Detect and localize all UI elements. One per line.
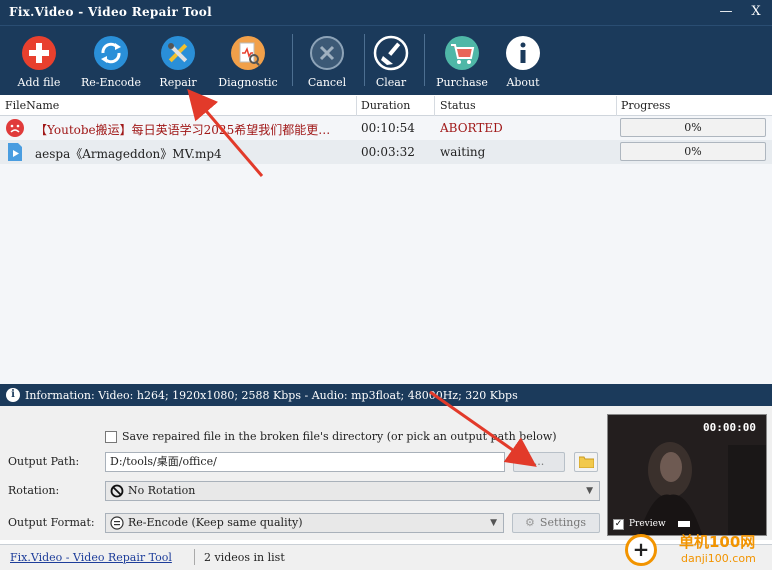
diagnostic-icon — [231, 36, 265, 70]
column-header-filename[interactable]: FileName — [5, 99, 59, 112]
repair-tools-icon — [161, 36, 195, 70]
column-divider[interactable] — [434, 96, 435, 116]
toolbar-divider — [424, 34, 425, 86]
info-icon: i — [6, 388, 20, 402]
window-title: Fix.Video - Video Repair Tool — [9, 5, 212, 19]
output-format-value: Re-Encode (Keep same quality) — [128, 516, 303, 529]
column-divider[interactable] — [616, 96, 617, 116]
site-watermark: + 单机100网 danji100.com — [623, 530, 772, 570]
file-list: 【Youtobe搬运】每日英语学习2025希望我们都能更… 00:10:54 A… — [0, 116, 772, 384]
row-duration: 00:10:54 — [361, 121, 415, 135]
watermark-text-primary: 单机100网 — [679, 533, 756, 551]
info-icon — [506, 36, 540, 70]
clear-label: Clear — [375, 76, 407, 89]
row-status: ABORTED — [440, 121, 503, 135]
cart-icon — [445, 36, 479, 70]
preview-checkbox[interactable]: ✓ — [613, 519, 624, 530]
clear-button[interactable]: Clear — [356, 34, 426, 92]
purchase-label: Purchase — [436, 76, 488, 89]
row-filename: 【Youtobe搬运】每日英语学习2025希望我们都能更… — [35, 123, 331, 137]
settings-button[interactable]: ⚙ Settings — [512, 513, 600, 533]
product-link[interactable]: Fix.Video - Video Repair Tool — [10, 551, 172, 564]
column-header-status[interactable]: Status — [440, 99, 476, 112]
folder-icon — [579, 456, 594, 468]
information-text: Information: Video: h264; 1920x1080; 258… — [25, 389, 518, 402]
output-path-field[interactable]: D:/tools/桌面/office/ — [105, 452, 505, 472]
gear-icon: ⚙ — [525, 516, 535, 529]
status-divider — [194, 549, 195, 565]
chevron-down-icon: ▼ — [586, 486, 593, 496]
add-file-label: Add file — [17, 76, 61, 89]
column-header-progress[interactable]: Progress — [621, 99, 670, 112]
about-button[interactable]: About — [488, 34, 558, 92]
save-in-source-label: Save repaired file in the broken file's … — [122, 430, 557, 443]
video-count: 2 videos in list — [204, 551, 285, 564]
column-divider[interactable] — [356, 96, 357, 116]
column-header-duration[interactable]: Duration — [361, 99, 410, 112]
repair-button[interactable]: Repair — [143, 34, 213, 92]
rotation-value: No Rotation — [128, 484, 196, 497]
refresh-icon — [94, 36, 128, 70]
diagnostic-label: Diagnostic — [218, 76, 278, 89]
repair-label: Repair — [159, 76, 197, 89]
no-rotation-icon — [110, 484, 124, 498]
video-file-icon — [8, 143, 22, 161]
output-format-label: Output Format: — [8, 516, 95, 529]
save-in-source-checkbox[interactable] — [105, 431, 117, 443]
row-status: waiting — [440, 145, 486, 159]
preview-label: Preview — [629, 519, 666, 529]
broom-icon — [373, 35, 409, 71]
row-progress-bar: 0% — [620, 118, 766, 137]
table-row[interactable]: aespa《Armageddon》MV.mp4 00:03:32 waiting… — [0, 140, 772, 164]
diagnostic-button[interactable]: Diagnostic — [213, 34, 283, 92]
rotation-label: Rotation: — [8, 484, 60, 497]
preview-time: 00:00:00 — [703, 421, 756, 434]
output-path-label: Output Path: — [8, 455, 80, 468]
rotation-select[interactable]: No Rotation ▼ — [105, 481, 600, 501]
title-bar: Fix.Video - Video Repair Tool — X — [0, 0, 772, 25]
about-label: About — [506, 76, 540, 89]
row-duration: 00:03:32 — [361, 145, 415, 159]
table-row[interactable]: 【Youtobe搬运】每日英语学习2025希望我们都能更… 00:10:54 A… — [0, 116, 772, 140]
settings-button-label: Settings — [539, 516, 587, 529]
toolbar: Add file Re-Encode Repair Diagnostic Can… — [0, 25, 772, 95]
open-folder-button[interactable] — [574, 452, 598, 472]
information-bar: i Information: Video: h264; 1920x1080; 2… — [0, 384, 772, 406]
cancel-button[interactable]: Cancel — [292, 34, 362, 92]
cancel-label: Cancel — [307, 76, 347, 89]
close-button[interactable]: X — [744, 2, 768, 22]
purchase-button[interactable]: Purchase — [427, 34, 497, 92]
video-preview[interactable]: 00:00:00 ✓ Preview — [607, 414, 767, 536]
row-progress-bar: 0% — [620, 142, 766, 161]
chevron-down-icon: ▼ — [490, 518, 497, 528]
browse-button[interactable]: ... — [513, 452, 565, 472]
format-list-icon — [110, 516, 124, 530]
output-format-select[interactable]: Re-Encode (Keep same quality) ▼ — [105, 513, 504, 533]
preview-slider-handle[interactable] — [678, 521, 690, 527]
error-face-icon — [6, 119, 24, 137]
add-file-button[interactable]: Add file — [4, 34, 74, 92]
watermark-logo-icon: + — [625, 534, 657, 566]
add-icon — [22, 36, 56, 70]
file-list-header: FileName Duration Status Progress — [0, 96, 772, 116]
cancel-icon — [310, 36, 344, 70]
row-filename: aespa《Armageddon》MV.mp4 — [35, 147, 222, 161]
re-encode-button[interactable]: Re-Encode — [76, 34, 146, 92]
watermark-text-secondary: danji100.com — [681, 552, 756, 565]
minimize-button[interactable]: — — [714, 2, 738, 22]
re-encode-label: Re-Encode — [81, 76, 141, 89]
